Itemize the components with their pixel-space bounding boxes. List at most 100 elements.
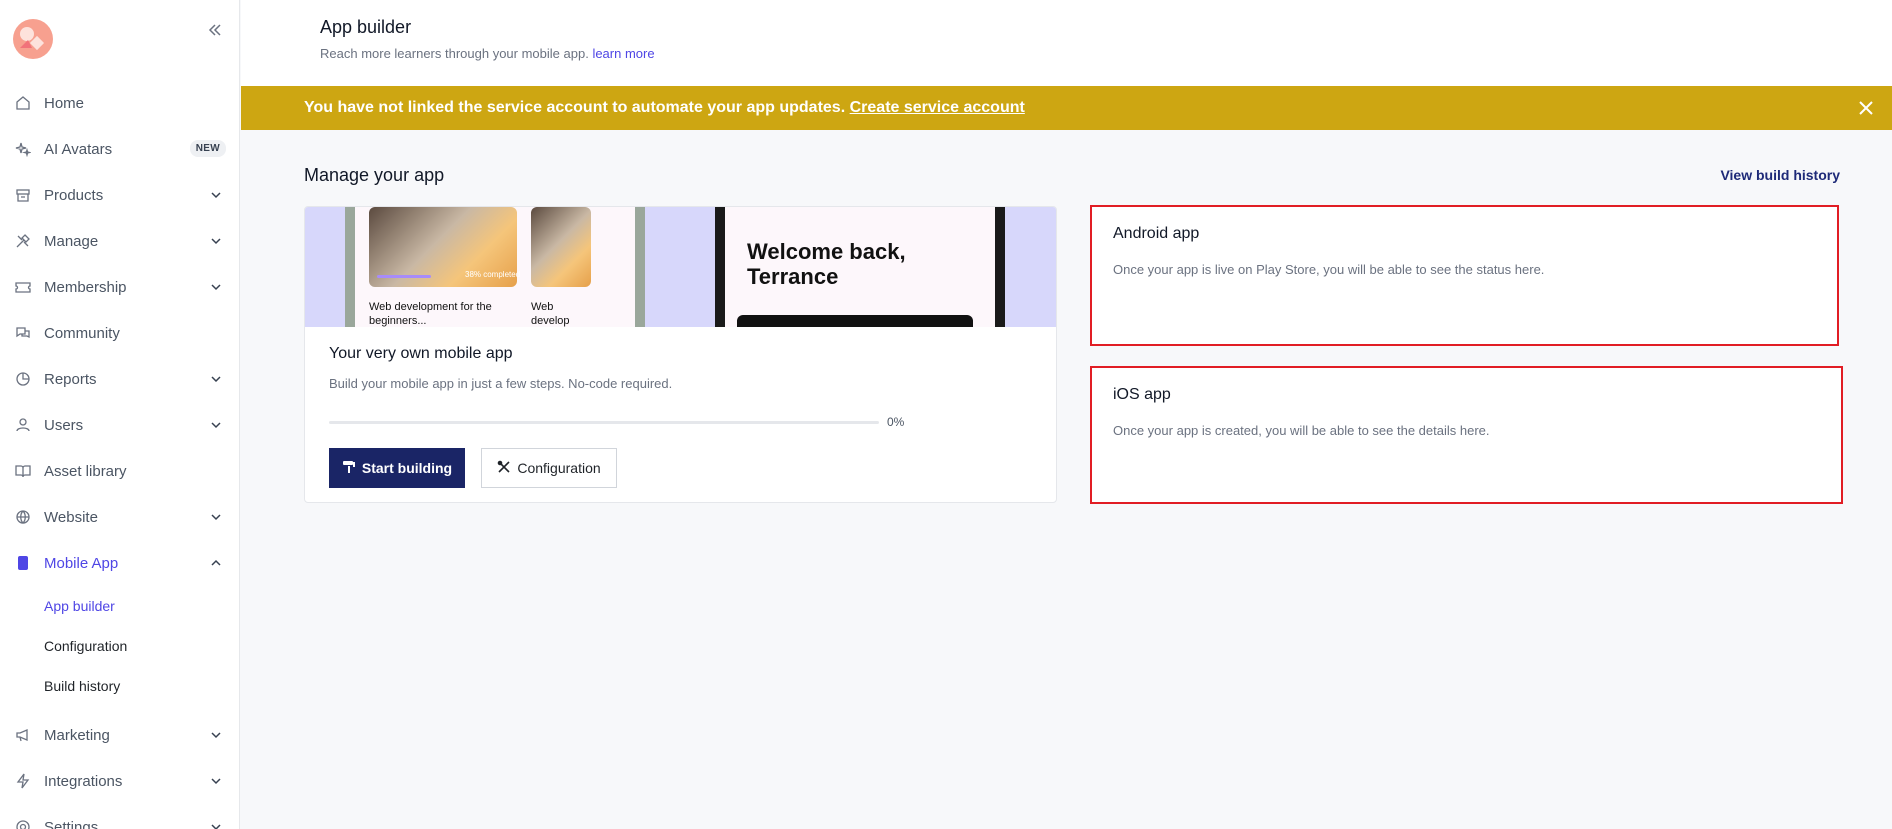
sidebar-item-label: Manage <box>44 232 99 250</box>
sidebar-subitem-build-history[interactable]: Build history <box>0 666 239 706</box>
sidebar-subitem-configuration[interactable]: Configuration <box>0 626 239 666</box>
paint-roller-icon <box>342 460 356 477</box>
chevron-down-icon[interactable] <box>208 279 224 295</box>
phone-mockup: 38% completed Web development for the be… <box>345 207 645 327</box>
bolt-icon <box>14 772 32 790</box>
sidebar-item-label: Home <box>44 94 85 112</box>
page-title: App builder <box>320 17 412 37</box>
sidebar: Home AI Avatars NEW Products Manage Memb… <box>0 0 240 829</box>
box-icon <box>14 186 32 204</box>
chat-icon <box>14 324 32 342</box>
section-title: Manage your app <box>304 165 445 185</box>
phone-icon <box>14 554 32 572</box>
book-icon <box>14 462 32 480</box>
page-header: App builder Reach more learners through … <box>241 0 1892 86</box>
close-icon[interactable] <box>1856 98 1876 118</box>
android-app-description: Once your app is live on Play Store, you… <box>1113 262 1545 277</box>
gear-icon <box>14 818 32 829</box>
mobile-app-card: 38% completed Web development for the be… <box>304 206 1057 503</box>
create-service-account-link[interactable]: Create service account <box>850 99 1025 116</box>
pie-chart-icon <box>14 370 32 388</box>
configuration-label: Configuration <box>517 460 601 476</box>
sidebar-item-integrations[interactable]: Integrations <box>0 758 239 804</box>
sidebar-item-label: Settings <box>44 818 99 829</box>
sidebar-item-label: Users <box>44 416 84 434</box>
sidebar-item-users[interactable]: Users <box>0 402 239 448</box>
sidebar-item-membership[interactable]: Membership <box>0 264 239 310</box>
user-icon <box>14 416 32 434</box>
chevron-up-icon[interactable] <box>208 555 224 571</box>
sidebar-item-label: Products <box>44 186 104 204</box>
welcome-name: Terrance <box>747 264 839 289</box>
android-app-card: Android app Once your app is live on Pla… <box>1090 205 1839 346</box>
sidebar-item-ai-avatars[interactable]: AI Avatars NEW <box>0 126 239 172</box>
welcome-line: Welcome back, <box>747 239 906 264</box>
tools-icon <box>14 232 32 250</box>
sidebar-item-home[interactable]: Home <box>0 80 239 126</box>
sidebar-item-label: Integrations <box>44 772 123 790</box>
sidebar-item-label: Reports <box>44 370 97 388</box>
collapse-sidebar-icon[interactable] <box>205 22 225 42</box>
globe-icon <box>14 508 32 526</box>
card-title: Your very own mobile app <box>329 345 513 362</box>
sidebar-item-label: Mobile App <box>44 554 119 572</box>
start-building-button[interactable]: Start building <box>329 448 465 488</box>
chevron-down-icon[interactable] <box>208 509 224 525</box>
chevron-down-icon[interactable] <box>208 371 224 387</box>
sparkle-icon <box>14 140 32 158</box>
ios-app-card: iOS app Once your app is created, you wi… <box>1090 366 1843 504</box>
sidebar-item-asset-library[interactable]: Asset library <box>0 448 239 494</box>
chevron-down-icon[interactable] <box>208 727 224 743</box>
sidebar-item-label: Website <box>44 508 98 526</box>
android-app-title: Android app <box>1113 225 1200 242</box>
sidebar-item-website[interactable]: Website <box>0 494 239 540</box>
build-progress-bar <box>329 421 879 424</box>
ticket-icon <box>14 278 32 296</box>
sidebar-item-label: Community <box>44 324 120 342</box>
ios-app-description: Once your app is created, you will be ab… <box>1113 423 1490 438</box>
megaphone-icon <box>14 726 32 744</box>
new-badge: NEW <box>189 140 226 157</box>
phone-mockup: Welcome back, Terrance <box>715 207 1005 327</box>
chevron-down-icon[interactable] <box>208 417 224 433</box>
sidebar-item-marketing[interactable]: Marketing <box>0 712 239 758</box>
home-icon <box>14 94 32 112</box>
chevron-down-icon[interactable] <box>208 233 224 249</box>
sidebar-subitem-app-builder[interactable]: App builder <box>0 586 239 626</box>
course-title: Web development for the beginners... <box>369 301 492 327</box>
page-subtitle-text: Reach more learners through your mobile … <box>320 46 589 61</box>
sidebar-item-settings[interactable]: Settings <box>0 804 239 829</box>
ios-app-title: iOS app <box>1113 386 1171 403</box>
welcome-text: Welcome back, Terrance <box>747 239 906 289</box>
tools-icon <box>497 460 511 477</box>
sidebar-item-label: Marketing <box>44 726 110 744</box>
page-subtitle: Reach more learners through your mobile … <box>320 46 655 61</box>
sidebar-item-mobile-app[interactable]: Mobile App <box>0 540 239 586</box>
course-title: Web develop beginners... <box>531 301 570 327</box>
course-progress-label: 38% completed <box>465 270 521 279</box>
chevron-down-icon[interactable] <box>208 819 224 829</box>
sidebar-item-manage[interactable]: Manage <box>0 218 239 264</box>
sidebar-item-community[interactable]: Community <box>0 310 239 356</box>
chevron-down-icon[interactable] <box>208 773 224 789</box>
start-building-label: Start building <box>361 460 453 476</box>
sidebar-item-label: AI Avatars <box>44 140 113 158</box>
sidebar-item-products[interactable]: Products <box>0 172 239 218</box>
preview-button <box>737 315 973 327</box>
learn-more-link[interactable]: learn more <box>592 46 654 61</box>
sidebar-item-reports[interactable]: Reports <box>0 356 239 402</box>
service-account-banner: You have not linked the service account … <box>241 86 1892 130</box>
build-progress-percent: 0% <box>887 415 905 429</box>
chevron-down-icon[interactable] <box>208 187 224 203</box>
brand-logo[interactable] <box>12 18 54 60</box>
app-preview-image: 38% completed Web development for the be… <box>305 207 1056 327</box>
banner-message: You have not linked the service account … <box>304 99 1025 117</box>
banner-text: You have not linked the service account … <box>304 99 846 116</box>
course-progress-bar <box>377 275 431 278</box>
sidebar-nav: Home AI Avatars NEW Products Manage Memb… <box>0 80 239 829</box>
sidebar-item-label: Asset library <box>44 462 127 480</box>
card-description: Build your mobile app in just a few step… <box>329 376 673 391</box>
view-build-history-link[interactable]: View build history <box>1720 167 1840 183</box>
sidebar-item-label: Membership <box>44 278 127 296</box>
configuration-button[interactable]: Configuration <box>481 448 617 488</box>
